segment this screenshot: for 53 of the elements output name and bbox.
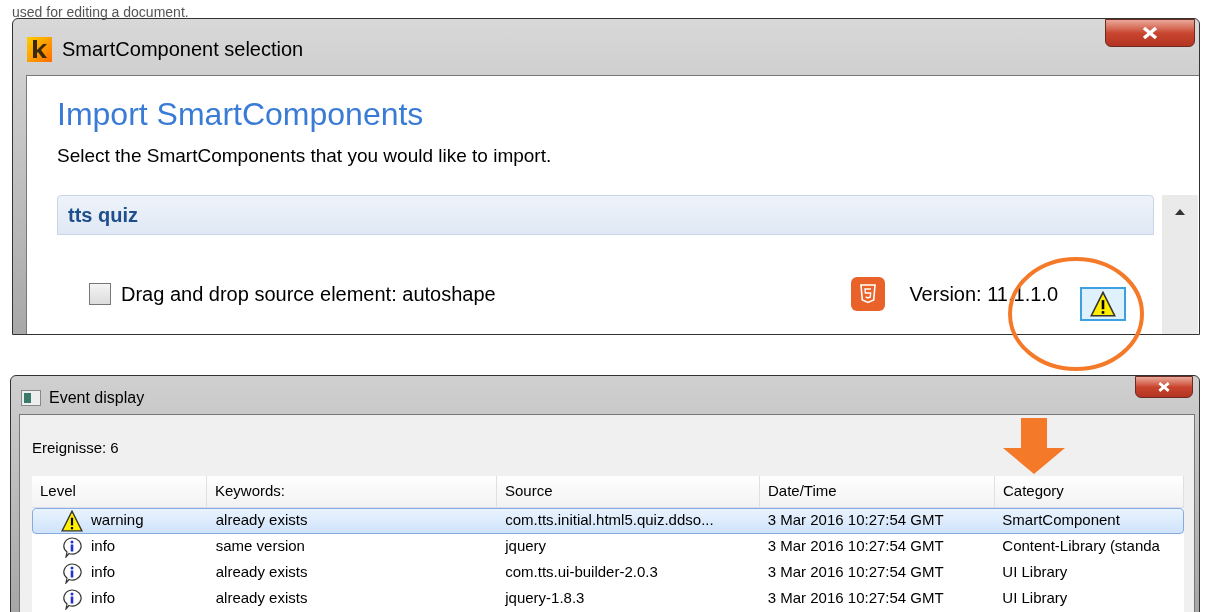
table-cell-text: 3 Mar 2016 10:27:54 GMT	[767, 562, 944, 583]
table-row[interactable]: info already exists jquery-1.8.3 3 Mar 2016 10:27:54 GMT UI Library	[32, 585, 1184, 612]
warning-button[interactable]	[1080, 286, 1126, 321]
table-cell-text: 3 Mar 2016 10:27:54 GMT	[767, 588, 944, 609]
event-count: Ereignisse: 6	[32, 438, 120, 458]
table-cell-text: 3 Mar 2016 10:27:54 GMT	[767, 510, 944, 531]
app-logo-icon	[27, 36, 52, 62]
table-cell-text: info	[91, 588, 116, 609]
close-button[interactable]	[1135, 376, 1193, 398]
close-icon	[1141, 26, 1159, 40]
document-text: used for editing a document.	[12, 4, 189, 20]
checkbox[interactable]	[89, 282, 111, 305]
scrollbar[interactable]	[1162, 194, 1198, 334]
window-title: SmartComponent selection	[62, 37, 304, 62]
table-cell-text: already exists	[215, 562, 308, 583]
table-cell-text: jquery	[505, 536, 547, 557]
table-cell-text: info	[91, 536, 116, 557]
table-cell-text: warning	[91, 510, 144, 531]
table-cell-text: already exists	[215, 588, 308, 609]
info-icon	[61, 535, 83, 558]
close-button[interactable]	[1105, 19, 1195, 47]
table-cell-text: com.tts.initial.html5.quiz.ddso...	[505, 510, 714, 531]
close-icon	[1157, 381, 1171, 393]
dialog-heading: Import SmartComponents	[57, 95, 425, 134]
table-row[interactable]: info same version jquery 3 Mar 2016 10:27:54 GMT Content-Library (standa	[32, 533, 1184, 560]
section-header: tts quiz	[57, 194, 1154, 235]
table-row[interactable]: warning already exists com.tts.initial.html5.quiz.ddso... 3 Mar 2016 10:27:54 GMT SmartComponent	[32, 507, 1184, 534]
table-cell-text: same version	[215, 536, 305, 557]
column-header[interactable]: Keywords:	[207, 475, 497, 507]
table-cell-text: already exists	[215, 510, 308, 531]
pointer-arrow	[1003, 418, 1065, 474]
table-cell-text: UI Library	[1002, 588, 1068, 609]
column-header[interactable]: Category	[995, 475, 1184, 507]
window-title: Event display	[49, 388, 145, 408]
table-cell-text: jquery-1.8.3	[505, 588, 585, 609]
column-header[interactable]: Level	[32, 475, 207, 507]
window-icon	[21, 390, 41, 406]
table-cell-text: info	[91, 562, 116, 583]
column-header[interactable]: Source	[497, 475, 760, 507]
item-label: Drag and drop source element: autoshape	[121, 281, 496, 307]
instruction-text: Select the SmartComponents that you would like to import.	[57, 144, 553, 168]
table-row[interactable]: info already exists com.tts.ui-builder-2.0.3 3 Mar 2016 10:27:54 GMT UI Library	[32, 559, 1184, 586]
warning-icon	[61, 509, 83, 532]
warning-icon	[1090, 290, 1116, 317]
table-cell-text: 3 Mar 2016 10:27:54 GMT	[767, 536, 944, 557]
html5-icon	[851, 276, 886, 311]
table-cell-text: com.tts.ui-builder-2.0.3	[505, 562, 658, 583]
table-cell-text: Content-Library (standa	[1002, 536, 1160, 557]
scroll-up-icon	[1175, 208, 1185, 215]
table-cell-text: UI Library	[1002, 562, 1068, 583]
info-icon	[61, 561, 83, 584]
column-header[interactable]: Date/Time	[760, 475, 995, 507]
table-cell-text: SmartComponent	[1002, 510, 1120, 531]
